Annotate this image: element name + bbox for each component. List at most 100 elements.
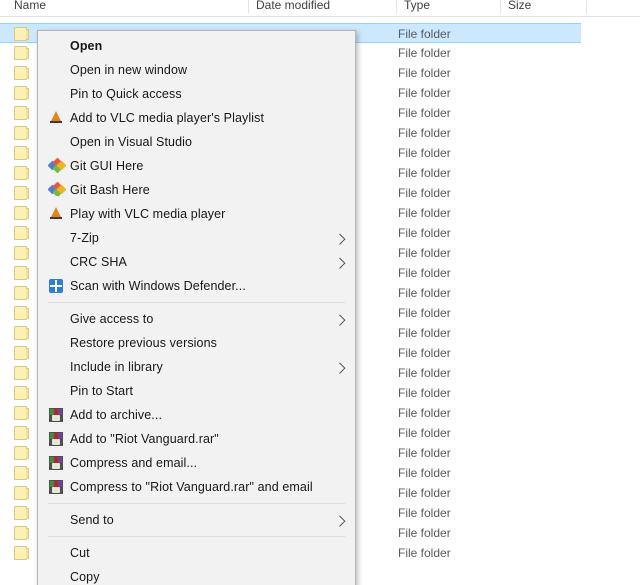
column-header-name[interactable]: Name bbox=[14, 0, 46, 12]
menu-item-label: Open in Visual Studio bbox=[70, 135, 192, 149]
menu-item-scan-with-windows-defender[interactable]: Scan with Windows Defender... bbox=[38, 274, 355, 298]
menu-item-add-to-vlc-media-player-s-playlist[interactable]: Add to VLC media player's Playlist bbox=[38, 106, 355, 130]
menu-item-add-to-riot-vanguard-rar[interactable]: Add to "Riot Vanguard.rar" bbox=[38, 427, 355, 451]
folder-icon bbox=[14, 166, 29, 180]
menu-icon-placeholder bbox=[47, 62, 68, 78]
row-type-cell: File folder bbox=[398, 146, 451, 160]
folder-icon bbox=[14, 266, 29, 280]
menu-item-label: Open in new window bbox=[70, 63, 187, 77]
menu-item-label: Open bbox=[70, 39, 102, 53]
menu-item-open-in-new-window[interactable]: Open in new window bbox=[38, 58, 355, 82]
row-type-cell: File folder bbox=[398, 246, 451, 260]
menu-icon-placeholder bbox=[47, 254, 68, 270]
column-divider[interactable] bbox=[396, 0, 397, 14]
menu-item-send-to[interactable]: Send to bbox=[38, 508, 355, 532]
menu-item-include-in-library[interactable]: Include in library bbox=[38, 355, 355, 379]
menu-item-restore-previous-versions[interactable]: Restore previous versions bbox=[38, 331, 355, 355]
menu-item-label: CRC SHA bbox=[70, 255, 127, 269]
folder-icon bbox=[14, 246, 29, 260]
chevron-right-icon bbox=[334, 516, 345, 527]
folder-icon bbox=[14, 486, 29, 500]
row-type-cell: File folder bbox=[398, 426, 451, 440]
menu-item-label: Compress and email... bbox=[70, 456, 197, 470]
menu-item-label: Restore previous versions bbox=[70, 336, 217, 350]
menu-icon-placeholder bbox=[47, 569, 68, 585]
menu-item-open-in-visual-studio[interactable]: Open in Visual Studio bbox=[38, 130, 355, 154]
row-type-cell: File folder bbox=[398, 266, 451, 280]
menu-item-label: Git Bash Here bbox=[70, 183, 150, 197]
folder-icon bbox=[14, 526, 29, 540]
column-divider[interactable] bbox=[500, 0, 501, 14]
menu-icon-placeholder bbox=[47, 134, 68, 150]
folder-icon bbox=[14, 386, 29, 400]
menu-item-pin-to-quick-access[interactable]: Pin to Quick access bbox=[38, 82, 355, 106]
menu-item-compress-to-riot-vanguard-rar-and-email[interactable]: Compress to "Riot Vanguard.rar" and emai… bbox=[38, 475, 355, 499]
context-menu[interactable]: Open Open in new window Pin to Quick acces… bbox=[37, 30, 356, 585]
column-header-size[interactable]: Size bbox=[508, 0, 531, 12]
chevron-right-icon bbox=[334, 315, 345, 326]
folder-icon bbox=[14, 186, 29, 200]
row-type-cell: File folder bbox=[398, 466, 451, 480]
menu-item-add-to-archive[interactable]: Add to archive... bbox=[38, 403, 355, 427]
defender-icon bbox=[47, 278, 68, 294]
folder-icon bbox=[14, 506, 29, 520]
menu-icon-placeholder bbox=[47, 230, 68, 246]
vlc-icon bbox=[47, 110, 68, 126]
row-type-cell: File folder bbox=[398, 27, 451, 41]
menu-icon-placeholder bbox=[47, 335, 68, 351]
menu-item-label: Compress to "Riot Vanguard.rar" and emai… bbox=[70, 480, 313, 494]
menu-item-label: Add to "Riot Vanguard.rar" bbox=[70, 432, 219, 446]
folder-icon bbox=[14, 466, 29, 480]
row-type-cell: File folder bbox=[398, 306, 451, 320]
menu-icon-placeholder bbox=[47, 545, 68, 561]
row-type-cell: File folder bbox=[398, 346, 451, 360]
folder-icon bbox=[14, 106, 29, 120]
menu-item-label: Pin to Quick access bbox=[70, 87, 182, 101]
menu-item-cut[interactable]: Cut bbox=[38, 541, 355, 565]
row-type-cell: File folder bbox=[398, 546, 451, 560]
row-type-cell: File folder bbox=[398, 186, 451, 200]
folder-icon bbox=[14, 46, 29, 60]
column-header-date-modified[interactable]: Date modified bbox=[256, 0, 330, 12]
menu-item-copy[interactable]: Copy bbox=[38, 565, 355, 585]
menu-item-pin-to-start[interactable]: Pin to Start bbox=[38, 379, 355, 403]
menu-icon-placeholder bbox=[47, 512, 68, 528]
folder-icon bbox=[14, 306, 29, 320]
folder-icon bbox=[14, 226, 29, 240]
menu-separator bbox=[48, 302, 345, 303]
menu-item-play-with-vlc-media-player[interactable]: Play with VLC media player bbox=[38, 202, 355, 226]
menu-item-label: Cut bbox=[70, 546, 90, 560]
menu-item-give-access-to[interactable]: Give access to bbox=[38, 307, 355, 331]
row-type-cell: File folder bbox=[398, 326, 451, 340]
row-type-cell: File folder bbox=[398, 166, 451, 180]
folder-icon bbox=[14, 27, 29, 41]
row-type-cell: File folder bbox=[398, 86, 451, 100]
menu-item-git-bash-here[interactable]: Git Bash Here bbox=[38, 178, 355, 202]
folder-icon bbox=[14, 366, 29, 380]
menu-separator bbox=[48, 536, 345, 537]
menu-icon-placeholder bbox=[47, 38, 68, 54]
menu-item-label: Git GUI Here bbox=[70, 159, 143, 173]
menu-item-label: Add to VLC media player's Playlist bbox=[70, 111, 264, 125]
column-divider[interactable] bbox=[586, 0, 587, 14]
menu-item-label: 7-Zip bbox=[70, 231, 99, 245]
vlc-icon bbox=[47, 206, 68, 222]
chevron-right-icon bbox=[334, 258, 345, 269]
menu-item-compress-and-email[interactable]: Compress and email... bbox=[38, 451, 355, 475]
menu-icon-placeholder bbox=[47, 359, 68, 375]
chevron-right-icon bbox=[334, 363, 345, 374]
menu-item-open[interactable]: Open bbox=[38, 34, 355, 58]
menu-item-crc-sha[interactable]: CRC SHA bbox=[38, 250, 355, 274]
folder-icon bbox=[14, 146, 29, 160]
row-type-cell: File folder bbox=[398, 506, 451, 520]
menu-item-git-gui-here[interactable]: Git GUI Here bbox=[38, 154, 355, 178]
column-divider[interactable] bbox=[248, 0, 249, 14]
menu-item-7-zip[interactable]: 7-Zip bbox=[38, 226, 355, 250]
menu-item-label: Play with VLC media player bbox=[70, 207, 225, 221]
folder-icon bbox=[14, 86, 29, 100]
column-header-bar: Name Date modified Type Size bbox=[0, 0, 640, 17]
menu-item-label: Send to bbox=[70, 513, 114, 527]
row-type-cell: File folder bbox=[398, 126, 451, 140]
folder-icon bbox=[14, 286, 29, 300]
column-header-type[interactable]: Type bbox=[404, 0, 430, 12]
